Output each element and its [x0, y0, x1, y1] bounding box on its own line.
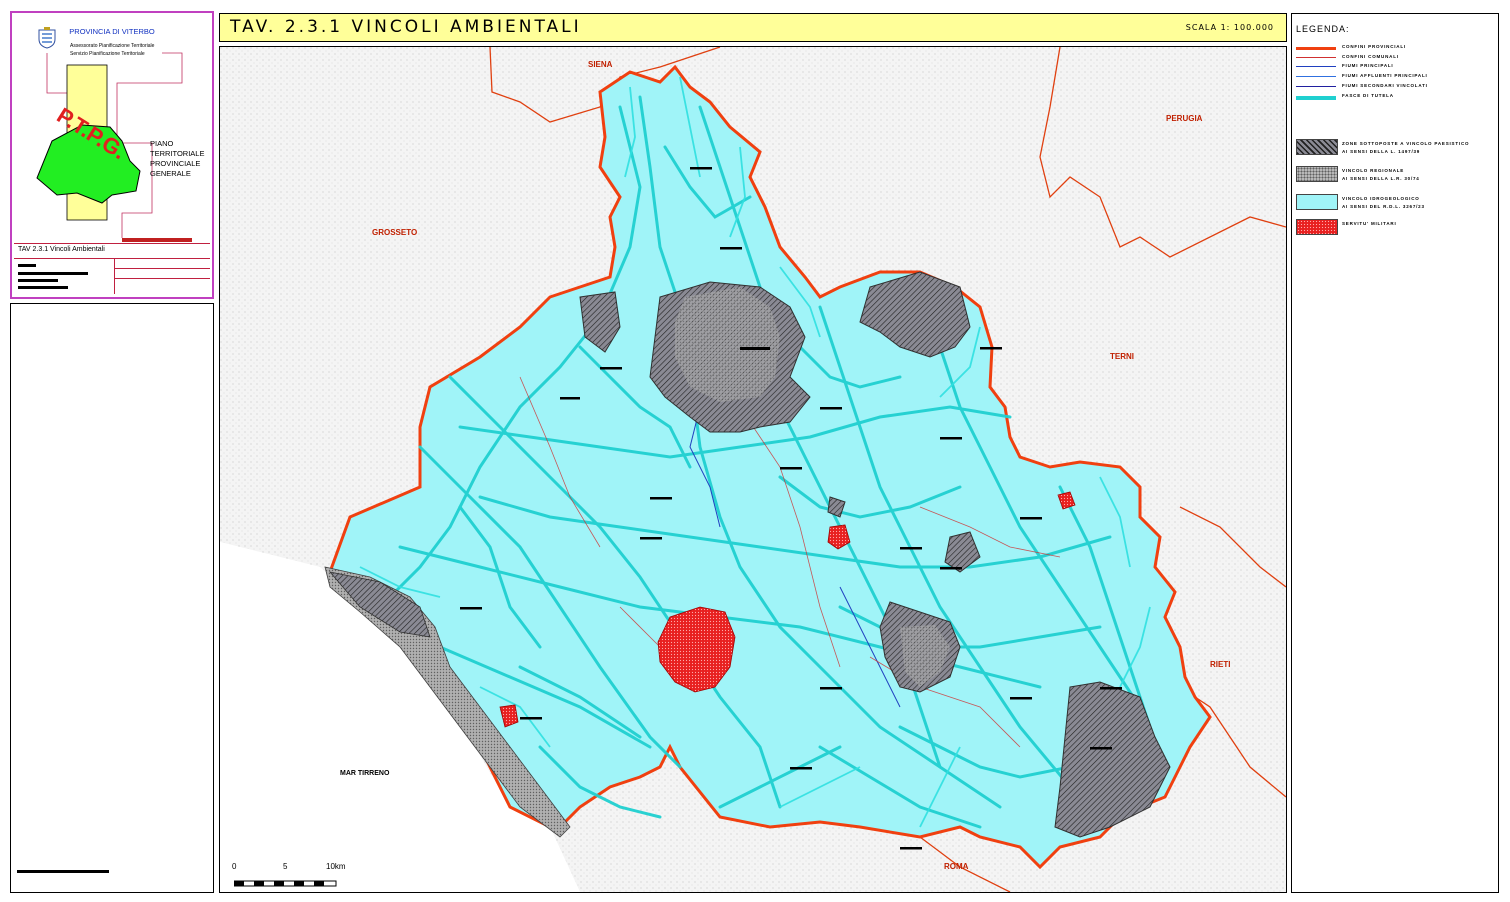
legend-line-label: FIUMI PRINCIPALI	[1342, 63, 1394, 68]
legend-line-swatch	[1296, 47, 1336, 50]
legend-line-label: FIUMI SECONDARI VINCOLATI	[1342, 83, 1428, 88]
province-thumbnail: P.T.P.G.	[36, 52, 192, 242]
legend-area-label: SERVITU' MILITARI	[1342, 221, 1397, 226]
scale-tick-10: 10km	[326, 862, 346, 871]
scale-tick-0: 0	[232, 862, 237, 871]
place-label-terni: TERNI	[1110, 352, 1134, 361]
legend-line-swatch	[1296, 76, 1336, 77]
legend-line-swatch	[1296, 66, 1336, 67]
place-label-roma: ROMA	[944, 862, 969, 871]
sheet-title: TAV 2.3.1 Vincoli Ambientali	[18, 246, 105, 253]
map-area[interactable]: SIENA PERUGIA GROSSETO TERNI RIETI ROMA …	[219, 46, 1287, 893]
legend-line-label: CONFINI COMUNALI	[1342, 54, 1399, 59]
legend-area-swatch	[1296, 139, 1338, 155]
map-canvas: SIENA PERUGIA GROSSETO TERNI RIETI ROMA …	[220, 47, 1286, 892]
legend-line-swatch	[1296, 96, 1336, 100]
legend-area-swatch	[1296, 219, 1338, 235]
title-block: TAV 2.3.1 Vincoli Ambientali	[14, 243, 210, 294]
legend-title: LEGENDA:	[1296, 24, 1350, 34]
legend-panel: LEGENDA: CONFINI PROVINCIALI CONFINI COMU…	[1291, 13, 1499, 893]
legend-line-label: CONFINI PROVINCIALI	[1342, 44, 1406, 49]
legend-area-label: VINCOLO REGIONALE AI SENSI DELLA L.R. 30…	[1342, 168, 1420, 181]
place-label-grosseto: GROSSETO	[372, 228, 417, 237]
plan-name: PIANO TERRITORIALE PROVINCIALE GENERALE	[150, 139, 205, 178]
signature-line	[17, 870, 109, 873]
place-label-perugia: PERUGIA	[1166, 114, 1203, 123]
legend-line-label: FASCE DI TUTELA	[1342, 93, 1394, 98]
scale-bar	[233, 875, 338, 887]
legend-area-label: VINCOLO IDROGEOLOGICO AI SENSI DEL R.D.L…	[1342, 196, 1425, 209]
legend-area-label: ZONE SOTTOPOSTE A VINCOLO PAESISTICO AI …	[1342, 141, 1470, 154]
map-title: TAV. 2.3.1 VINCOLI AMBIENTALI	[230, 17, 582, 37]
sea-label: MAR TIRRENO	[340, 770, 390, 777]
legend-area-swatch	[1296, 194, 1338, 210]
place-label-rieti: RIETI	[1210, 660, 1230, 669]
place-label-siena: SIENA	[588, 60, 613, 69]
notes-panel	[10, 303, 214, 893]
legend-line-swatch	[1296, 57, 1336, 58]
title-bar: TAV. 2.3.1 VINCOLI AMBIENTALI SCALA 1: 1…	[219, 13, 1287, 42]
legend-line-swatch	[1296, 86, 1336, 87]
map-scale: SCALA 1: 100.000	[1185, 23, 1274, 32]
legend-line-label: FIUMI AFFLUENTI PRINCIPALI	[1342, 73, 1428, 78]
scale-tick-5: 5	[283, 862, 288, 871]
cartouche-panel: PROVINCIA DI VITERBO Assessorato Pianifi…	[10, 11, 214, 299]
legend-area-swatch	[1296, 166, 1338, 182]
